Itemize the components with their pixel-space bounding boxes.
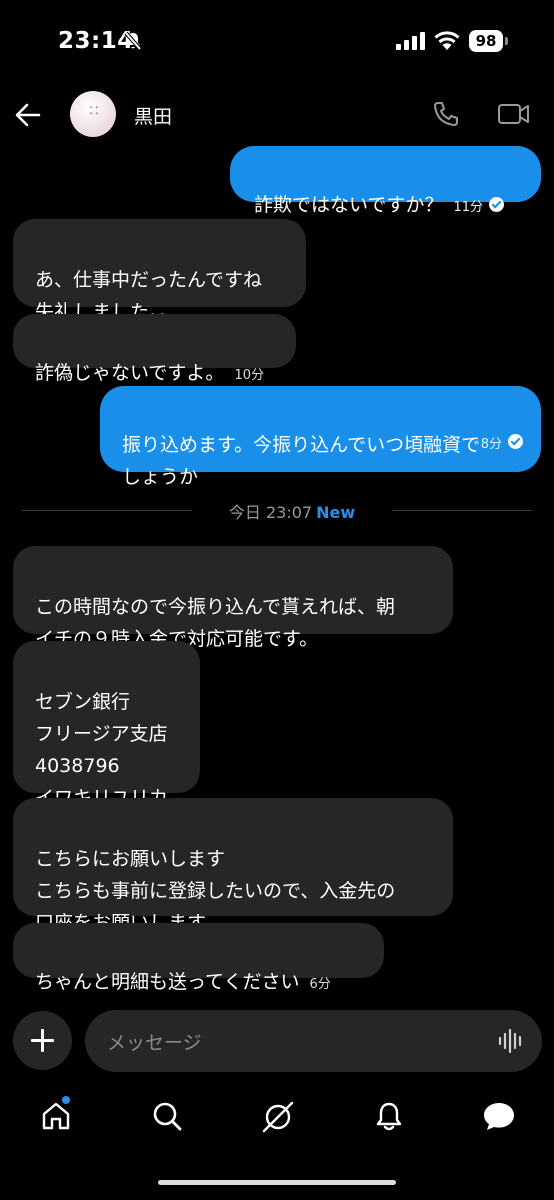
contact-name[interactable]: 黒田 — [134, 102, 172, 129]
message-text: 詐欺ではないですか？ — [254, 194, 444, 216]
bell-icon[interactable] — [373, 1100, 405, 1136]
read-check-icon — [508, 434, 523, 449]
bell-muted-icon — [123, 31, 143, 55]
new-label: New — [316, 503, 356, 522]
back-arrow-icon[interactable] — [14, 102, 42, 132]
message-input[interactable]: メッセージ — [85, 1010, 542, 1072]
avatar[interactable]: ✦ ✦ ✦ ✦ — [70, 91, 116, 137]
message-text: ちゃんと明細も送ってください — [35, 971, 300, 993]
message-placeholder: メッセージ — [107, 1032, 202, 1054]
message-bubble-incoming[interactable]: こちらにお願いします こちらも事前に登録したいので、入金先の 口座をお願いします — [13, 798, 453, 934]
message-text: 詐偽じゃないですよ。 — [35, 362, 225, 384]
battery-level: 98 — [469, 30, 503, 52]
divider-line — [392, 510, 532, 511]
home-indicator — [158, 1180, 396, 1185]
avatar-decoration: ✦ ✦ ✦ ✦ — [89, 105, 99, 117]
plus-icon[interactable] — [13, 1011, 72, 1070]
message-meta: 8分 — [471, 426, 523, 461]
chat-header: ✦ ✦ ✦ ✦ 黒田 — [0, 88, 554, 144]
search-icon[interactable] — [151, 1100, 183, 1136]
status-bar: 23:14 98 — [0, 0, 554, 80]
divider-label: 今日 23:07 New — [212, 499, 372, 523]
message-bubble-outgoing[interactable]: 振り込めます。今振り込んでいつ頃融資で しょうか 8分 — [100, 386, 541, 488]
battery-tip — [505, 37, 508, 45]
message-bubble-incoming[interactable]: この時間なので今振り込んで貰えれば、朝 イチの９時入金で対応可能です。 — [13, 546, 453, 650]
waveform-icon[interactable] — [498, 1028, 524, 1058]
message-bubble-incoming[interactable]: セブン銀行 フリージア支店 4038796 イワキリユリカ — [13, 641, 200, 809]
divider-date: 今日 23:07 — [228, 503, 313, 522]
explore-icon[interactable] — [261, 1100, 295, 1138]
message-time: 10分 — [234, 368, 264, 383]
message-text: こちらにお願いします こちらも事前に登録したいので、入金先の 口座をお願いします — [35, 848, 396, 934]
video-camera-icon[interactable] — [497, 100, 531, 132]
messages-icon[interactable] — [482, 1100, 516, 1136]
signal-icon — [396, 32, 426, 54]
message-bubble-incoming[interactable]: 詐偽じゃないですよ。 10分 — [13, 314, 296, 384]
message-time: 11分 — [453, 200, 483, 215]
wifi-icon — [433, 29, 461, 55]
date-divider: 今日 23:07 New — [22, 497, 532, 525]
notification-dot — [62, 1096, 70, 1104]
tab-bar — [0, 1090, 554, 1150]
home-icon[interactable] — [40, 1100, 72, 1136]
message-bubble-incoming[interactable]: あ、仕事中だったんですね 失礼しました。。 — [13, 219, 306, 323]
message-time: 8分 — [480, 437, 502, 452]
message-bubble-outgoing[interactable]: 詐欺ではないですか？ 11分 — [230, 146, 541, 216]
phone-icon[interactable] — [432, 100, 460, 132]
divider-line — [22, 510, 192, 511]
message-bubble-incoming[interactable]: ちゃんと明細も送ってください 6分 — [13, 923, 384, 993]
message-text: セブン銀行 フリージア支店 4038796 イワキリユリカ — [35, 691, 168, 809]
read-check-icon — [488, 197, 504, 212]
message-text: 振り込めます。今振り込んでいつ頃融資で しょうか — [122, 434, 481, 488]
message-time: 6分 — [309, 977, 331, 992]
